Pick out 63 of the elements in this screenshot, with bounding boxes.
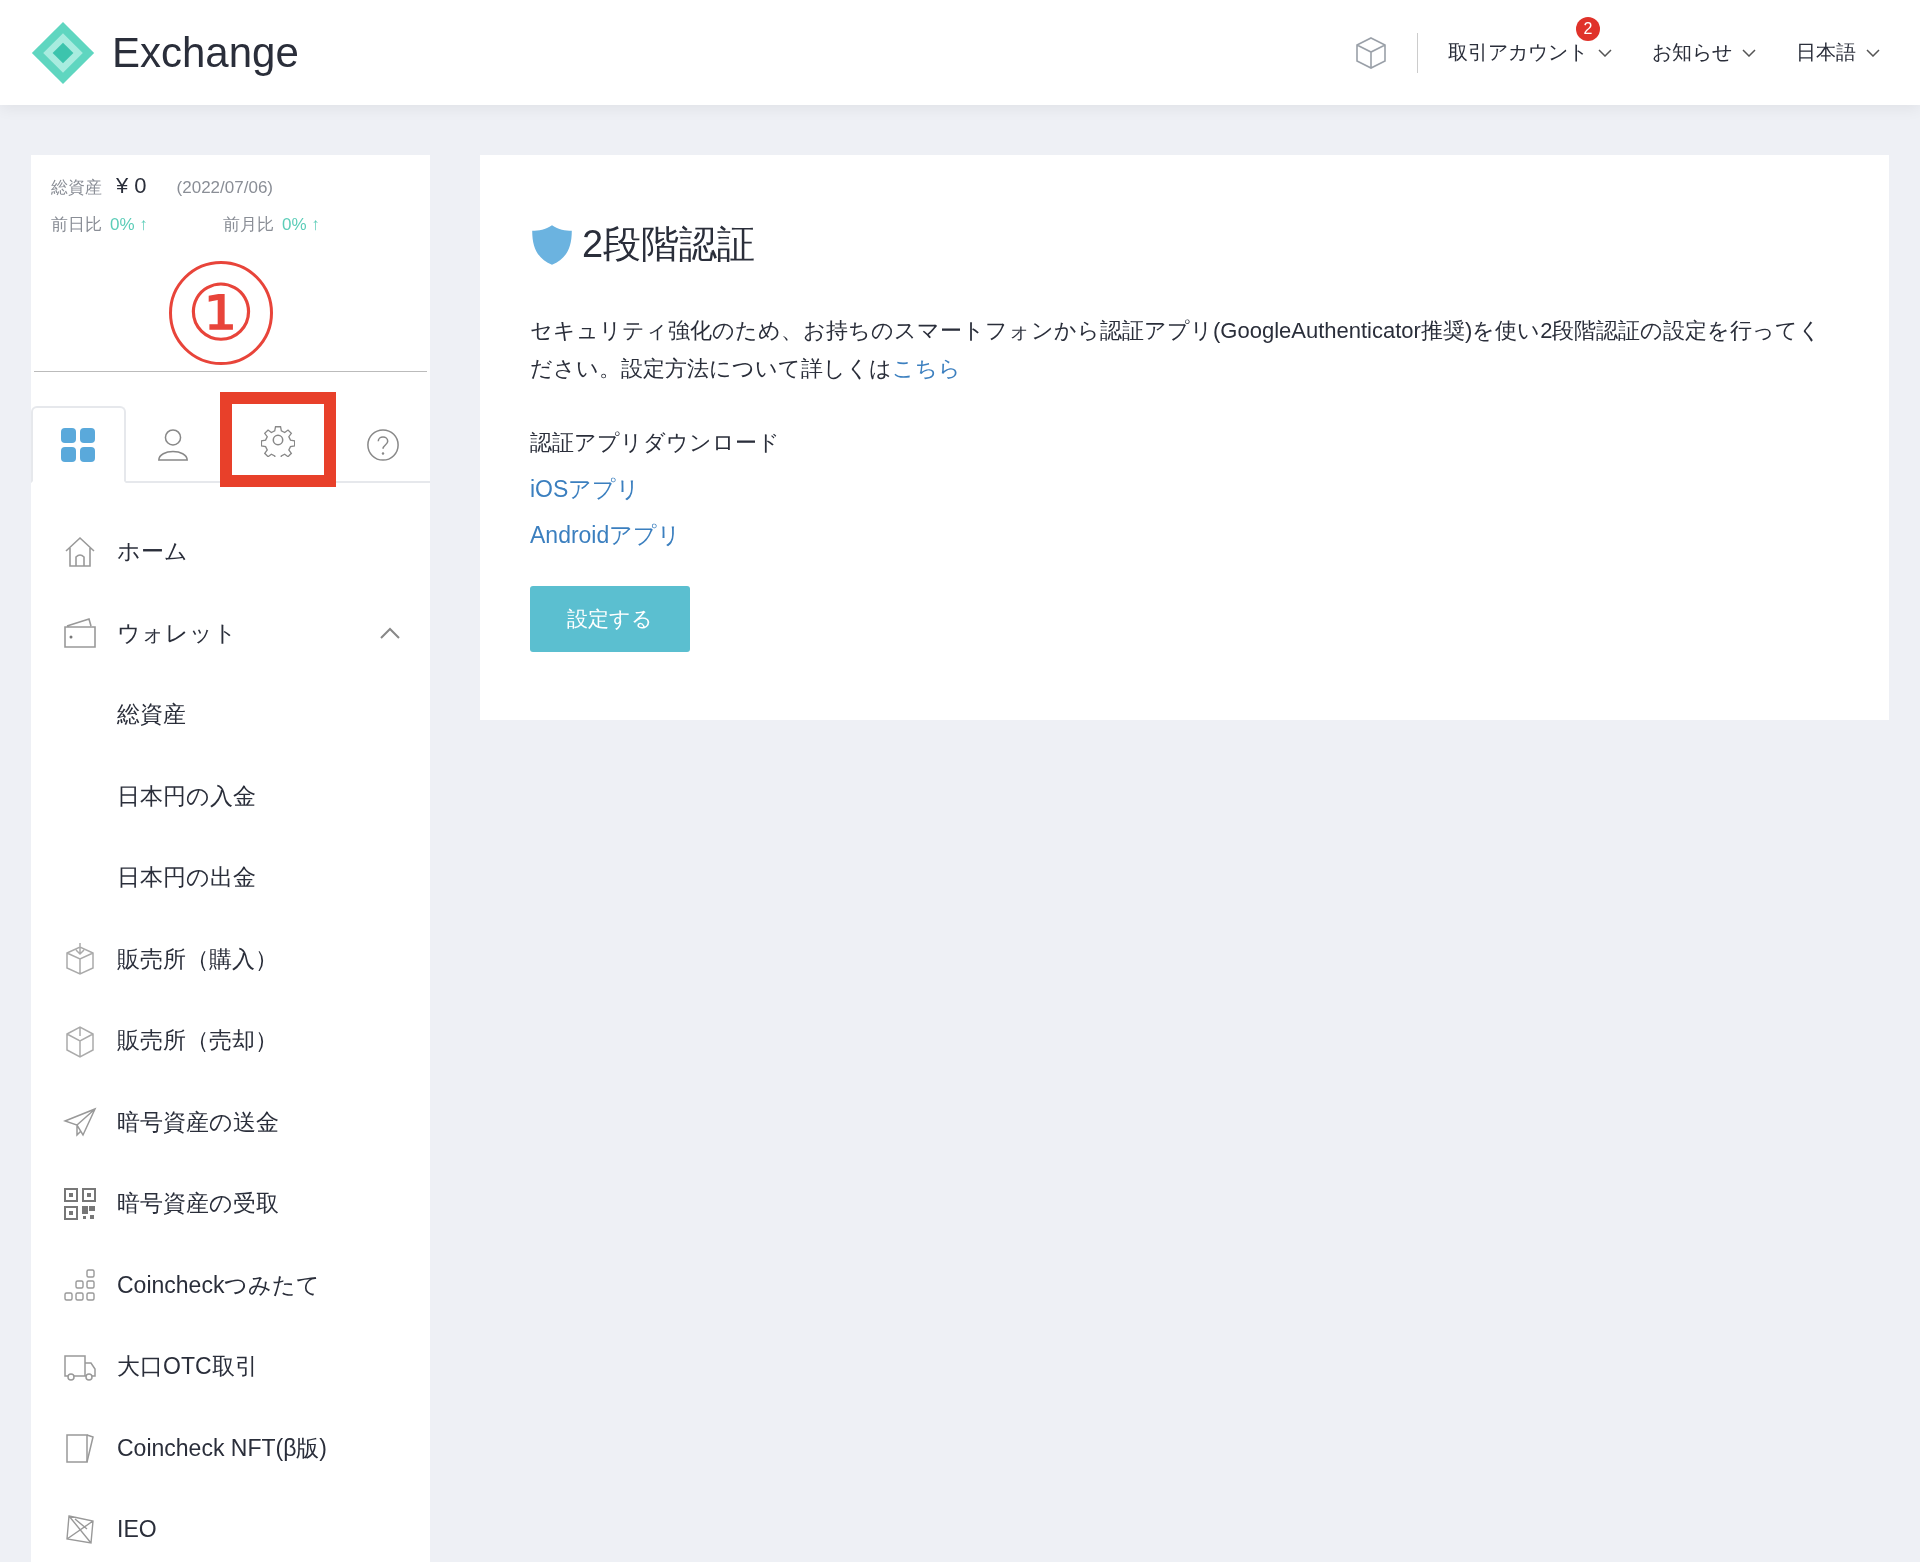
menu-label: 暗号資産の受取: [117, 1189, 280, 1219]
menu-label: 販売所（購入）: [117, 944, 279, 974]
page-title: 2段階認証: [582, 222, 756, 267]
user-icon: [155, 426, 190, 463]
menu-item[interactable]: Coincheck NFT(β版): [31, 1407, 430, 1489]
crystal-icon: [63, 1512, 97, 1547]
menu-item[interactable]: ウォレット: [31, 592, 430, 674]
menu-item[interactable]: 販売所（売却）: [31, 1000, 430, 1082]
logo-text[interactable]: Exchange: [112, 28, 299, 77]
diamond-logo-icon: [30, 19, 96, 86]
total-label: 総資産: [51, 177, 102, 199]
box-icon: [63, 1023, 97, 1058]
help-link[interactable]: こちら: [892, 356, 961, 381]
submenu-item[interactable]: 日本円の出金: [31, 837, 430, 919]
box-down-arrow-icon: [63, 942, 97, 977]
chevron-down-icon: [1742, 48, 1756, 57]
paper-plane-icon: [63, 1105, 97, 1140]
change-label: 前月比: [223, 214, 274, 236]
help-icon: [365, 427, 400, 462]
change-value: 0% ↑: [282, 215, 320, 235]
nav-dropdown[interactable]: 日本語: [1796, 39, 1880, 66]
menu-label: ホーム: [117, 537, 189, 567]
notification-badge: 2: [1576, 17, 1600, 41]
menu-label: IEO: [117, 1516, 158, 1544]
menu-item[interactable]: 販売所（購入）: [31, 918, 430, 1000]
nav-dropdown[interactable]: お知らせ: [1652, 39, 1756, 66]
menu-item[interactable]: 暗号資産の受取: [31, 1163, 430, 1245]
menu-label: ウォレット: [117, 618, 238, 648]
wallet-icon: [63, 616, 97, 651]
submenu-item[interactable]: 総資産: [31, 674, 430, 756]
step-marker: ①: [168, 261, 273, 365]
chevron-down-icon: [1598, 48, 1612, 57]
sidebar-tab[interactable]: [220, 392, 336, 487]
date-text: (2022/07/06): [176, 178, 273, 198]
description-text: セキュリティ強化のため、お持ちのスマートフォンから認証アプリ(GoogleAuthenticator推奨)を使い2段階認証の設定を行ってください。設定方法について詳しくは こちら: [530, 317, 1823, 383]
total-value: ¥ 0: [116, 173, 147, 199]
menu-label: Coincheckつみたて: [117, 1270, 322, 1300]
nav-dropdown[interactable]: 取引アカウント: [1448, 39, 1612, 66]
change-label: 前日比: [51, 214, 102, 236]
submenu-item[interactable]: 日本円の入金: [31, 755, 430, 837]
menu-label: 暗号資産の送金: [117, 1107, 280, 1137]
sidebar-tab[interactable]: [31, 406, 126, 483]
caret-icon[interactable]: [380, 627, 400, 640]
house-icon: [63, 534, 97, 569]
change-value: 0% ↑: [110, 215, 148, 235]
menu-label: Coincheck NFT(β版): [117, 1433, 329, 1463]
download-link[interactable]: iOSアプリ: [530, 474, 641, 505]
menu-label: 販売所（売却）: [117, 1026, 279, 1056]
menu-item[interactable]: 大口OTC取引: [31, 1326, 430, 1408]
download-link[interactable]: Androidアプリ: [530, 520, 682, 551]
menu-item[interactable]: 暗号資産の送金: [31, 1081, 430, 1163]
cards-icon: [63, 1431, 97, 1466]
menu-item[interactable]: ホーム: [31, 511, 430, 593]
grid-icon: [60, 426, 97, 463]
chevron-down-icon: [1866, 48, 1880, 57]
shield-icon: [530, 222, 574, 267]
menu-item[interactable]: IEO: [31, 1489, 430, 1562]
cube-icon[interactable]: [1353, 34, 1389, 71]
menu-item[interactable]: Coincheckつみたて: [31, 1244, 430, 1326]
section-heading: 認証アプリダウンロード: [530, 429, 781, 457]
qr-code-icon: [63, 1186, 97, 1221]
menu-label: 大口OTC取引: [117, 1352, 259, 1382]
squares-stack-icon: [63, 1268, 97, 1303]
